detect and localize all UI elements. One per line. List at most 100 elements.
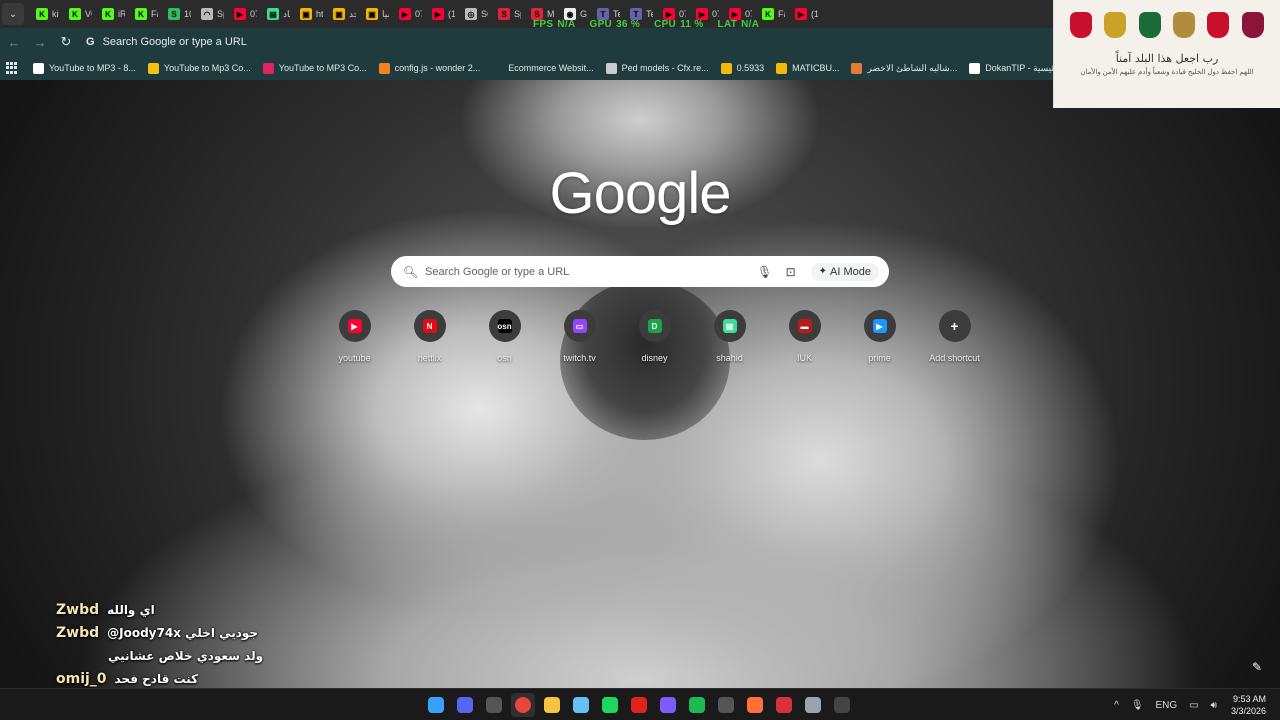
ai-mode-button[interactable]: ✦ AI Mode bbox=[810, 262, 879, 281]
browser-tab[interactable]: K Fah bbox=[131, 3, 158, 25]
bookmark-item[interactable]: YouTube to Mp3 Co... bbox=[147, 62, 251, 74]
browser-tab[interactable]: ▣ شيا bbox=[362, 3, 389, 25]
gulf-emblems-overlay: رب اجعل هذا البلد آمناً اللهم احفظ دول ا… bbox=[1053, 0, 1280, 108]
chrome-icon[interactable] bbox=[511, 693, 535, 717]
google-search-box[interactable]: 🔍︎ Search Google or type a URL 🎙︎ ⊡ ✦ AI… bbox=[391, 256, 889, 287]
customize-pencil-icon[interactable]: ✎ bbox=[1252, 660, 1266, 674]
volume-icon[interactable]: 🔊︎ bbox=[1211, 700, 1217, 711]
tab-title: iRa bbox=[118, 9, 125, 19]
chat-text: كنت قادح فحد bbox=[114, 671, 199, 686]
uae-emblem-icon bbox=[1173, 12, 1196, 38]
chat-message: Zwbd @Joody74x جوديي اخلي bbox=[56, 621, 316, 644]
shortcut-tile[interactable]: osn osn bbox=[467, 310, 542, 363]
tab-title: 100 bbox=[184, 9, 191, 19]
emblems-row bbox=[1054, 0, 1280, 38]
microphone-tray-icon[interactable]: 🎙︎ bbox=[1131, 700, 1144, 711]
taskbar-app-glyph bbox=[631, 697, 647, 713]
app-purple-icon[interactable] bbox=[656, 693, 680, 717]
reload-icon[interactable]: ↻ bbox=[54, 30, 78, 54]
bookmark-label: Ecommerce Websit... bbox=[508, 63, 594, 73]
bookmark-item[interactable]: DokanTIP - الرئيسية bbox=[969, 62, 1053, 74]
bookmark-item[interactable]: MATICBU... bbox=[776, 62, 839, 74]
tab-search-button[interactable]: ⌄ bbox=[2, 3, 24, 25]
spotify-icon[interactable] bbox=[685, 693, 709, 717]
google-lens-icon[interactable]: ⊡ bbox=[781, 262, 801, 282]
search-placeholder[interactable]: Search Google or type a URL bbox=[425, 266, 749, 278]
app-wave-icon[interactable] bbox=[714, 693, 738, 717]
tray-chevron-icon[interactable]: ^ bbox=[1114, 700, 1119, 711]
bookmark-item[interactable]: 0.5933 bbox=[720, 62, 764, 74]
language-indicator[interactable]: ENG bbox=[1156, 700, 1178, 711]
discord-icon[interactable] bbox=[453, 693, 477, 717]
back-icon[interactable]: ← bbox=[2, 30, 26, 54]
bookmark-item[interactable]: Ped models - Cfx.re... bbox=[605, 62, 709, 74]
kuwait-emblem-icon bbox=[1104, 12, 1127, 38]
browser-tab[interactable]: ▶ 07) bbox=[395, 3, 422, 25]
app-red-a-icon[interactable] bbox=[627, 693, 651, 717]
taskbar-app-glyph bbox=[602, 697, 618, 713]
shortcut-tile[interactable]: ▶ prime bbox=[842, 310, 917, 363]
oman-emblem-icon bbox=[1207, 12, 1230, 38]
shortcut-icon-circle: + bbox=[938, 310, 971, 342]
clock-time: 9:53 AM bbox=[1232, 694, 1266, 704]
app-x-icon[interactable] bbox=[830, 693, 854, 717]
steam-icon[interactable] bbox=[569, 693, 593, 717]
settings-icon[interactable] bbox=[801, 693, 825, 717]
shortcut-label: twitch.tv bbox=[563, 353, 596, 363]
microphone-icon[interactable]: 🎙︎ bbox=[755, 262, 775, 282]
tab-favicon-icon: K bbox=[102, 8, 114, 20]
chat-username: Zwbd bbox=[56, 624, 100, 641]
bookmark-item[interactable]: config.js - wonder 2... bbox=[378, 62, 480, 74]
bookmark-item[interactable]: YouTube to MP3 - 8... bbox=[33, 62, 136, 74]
taskbar-app-glyph bbox=[776, 697, 792, 713]
network-icon[interactable]: ▭ bbox=[1189, 700, 1198, 711]
bookmark-item[interactable]: YouTube to MP3 Co... bbox=[262, 62, 367, 74]
browser-tab[interactable]: ◠ Spe bbox=[197, 3, 224, 25]
shortcut-favicon-icon: ▭ bbox=[572, 319, 587, 333]
shortcut-tile[interactable]: ▭ twitch.tv bbox=[542, 310, 617, 363]
browser-tab[interactable]: S 100 bbox=[164, 3, 191, 25]
tab-title: http bbox=[316, 9, 323, 19]
forward-icon[interactable]: → bbox=[28, 30, 52, 54]
shortcut-favicon-icon: + bbox=[950, 318, 959, 334]
browser-tab[interactable]: KiRa bbox=[98, 3, 125, 25]
overlay-subtitle: اللهم احفظ دول الخليج قيادة وشعباً وأدم … bbox=[1080, 69, 1254, 76]
browser-tab[interactable]: ▣ الحد bbox=[329, 3, 356, 25]
browser-tab[interactable]: Kkick bbox=[32, 3, 59, 25]
windows-start-icon[interactable] bbox=[424, 693, 448, 717]
browser-tab[interactable]: K VOI bbox=[65, 3, 92, 25]
app-green-icon[interactable] bbox=[598, 693, 622, 717]
bookmark-item[interactable]: Ecommerce Websit... bbox=[492, 62, 594, 74]
shortcut-tile[interactable]: ▬ IUK bbox=[767, 310, 842, 363]
tab-title: Tea bbox=[613, 9, 620, 19]
shortcut-tile[interactable]: ▤ shahid bbox=[692, 310, 767, 363]
browser-tab[interactable]: ◎ SG bbox=[461, 3, 488, 25]
bookmark-label: YouTube to MP3 - 8... bbox=[49, 63, 136, 73]
apps-grid-icon[interactable] bbox=[6, 62, 17, 74]
browser-tab[interactable]: K Fah bbox=[758, 3, 785, 25]
shortcut-tile[interactable]: ▶ youtube bbox=[317, 310, 392, 363]
file-explorer-icon[interactable] bbox=[540, 693, 564, 717]
chat-message: Zwbd اي والله bbox=[56, 598, 316, 621]
address-bar[interactable]: G Search Google or type a URL bbox=[86, 31, 247, 53]
browser-tab[interactable]: ▶ 07) bbox=[230, 3, 257, 25]
shortcut-favicon-icon: N bbox=[422, 319, 437, 333]
browser-tab[interactable]: ▣ http bbox=[296, 3, 323, 25]
bookmark-favicon-icon bbox=[147, 62, 159, 74]
shortcut-tile[interactable]: + Add shortcut bbox=[917, 310, 992, 363]
browser-tab[interactable]: ▤ شاد bbox=[263, 3, 290, 25]
firefox-icon[interactable] bbox=[743, 693, 767, 717]
bookmark-item[interactable]: شاليه الشاطئ الاخضر... bbox=[851, 62, 957, 74]
shortcut-label: shahid bbox=[716, 353, 743, 363]
browser-tab[interactable]: S Spl bbox=[494, 3, 521, 25]
shortcut-tile[interactable]: Ddisney bbox=[617, 310, 692, 363]
browser-tab[interactable]: ▶ (10 bbox=[791, 3, 818, 25]
xbox-icon[interactable] bbox=[482, 693, 506, 717]
shortcut-tile[interactable]: Nnetflix bbox=[392, 310, 467, 363]
tab-title: VOI bbox=[85, 9, 92, 19]
browser-tab[interactable]: ▶ (10 bbox=[428, 3, 455, 25]
clock[interactable]: 9:53 AM 3/3/2026 bbox=[1231, 693, 1266, 717]
google-logo: Google bbox=[549, 161, 731, 226]
taskbar-app-glyph bbox=[573, 697, 589, 713]
app-red-icon[interactable] bbox=[772, 693, 796, 717]
